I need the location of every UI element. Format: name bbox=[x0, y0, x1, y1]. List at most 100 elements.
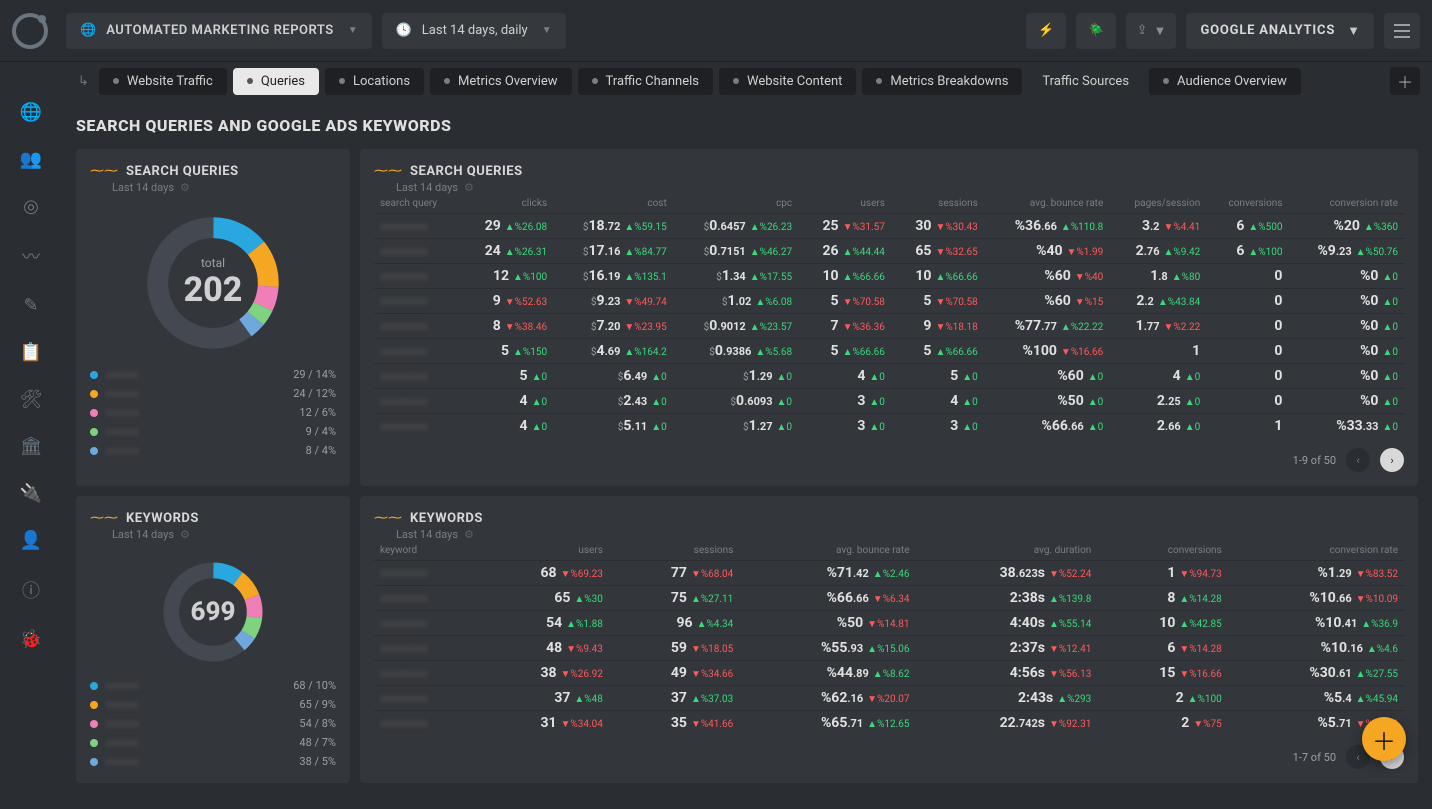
swatch-icon bbox=[90, 428, 98, 436]
pager-prev-button[interactable]: ‹ bbox=[1346, 448, 1370, 472]
chevron-down-icon: ▼ bbox=[542, 25, 552, 36]
donut-chart: total202 bbox=[140, 210, 286, 356]
col-header: conversion rate bbox=[1288, 194, 1404, 214]
plan-icon[interactable]: ◎ bbox=[23, 196, 39, 217]
legend-stat: 48 / 7% bbox=[299, 736, 336, 749]
share-button[interactable]: ⇪▼ bbox=[1126, 13, 1176, 49]
table-row: xxxxxxxx9▼%52.63$9.23▼%49.74$1.02▲%6.085… bbox=[374, 289, 1404, 314]
topbar: 🌐 AUTOMATED MARKETING REPORTS ▼ 🕓 Last 1… bbox=[0, 0, 1432, 62]
legend-name: xxxxxx bbox=[106, 736, 291, 749]
card-subtitle: Last 14 days bbox=[396, 528, 458, 541]
tab-audience-overview[interactable]: Audience Overview bbox=[1149, 68, 1301, 95]
col-header: conversions bbox=[1206, 194, 1288, 214]
clock-icon: 🕓 bbox=[396, 23, 412, 38]
gear-icon[interactable]: ⚙ bbox=[464, 528, 474, 541]
source-label: GOOGLE ANALYTICS bbox=[1200, 23, 1335, 38]
edit-icon[interactable]: ✎ bbox=[23, 295, 38, 316]
swatch-icon bbox=[90, 682, 98, 690]
table-row: xxxxxxxx8▼%38.46$7.20▼%23.95$0.9012▲%23.… bbox=[374, 314, 1404, 339]
daterange-dropdown[interactable]: 🕓 Last 14 days, daily ▼ bbox=[382, 13, 566, 49]
total-label: total bbox=[201, 256, 225, 270]
account-icon[interactable]: 👤 bbox=[20, 530, 42, 551]
spark-button[interactable]: ⚡ bbox=[1026, 13, 1066, 49]
row-label: xxxxxxxx bbox=[374, 314, 460, 339]
tab-label: Traffic Channels bbox=[606, 74, 699, 89]
clipboard-icon[interactable]: 📋 bbox=[20, 342, 42, 363]
chevron-down-icon: ▼ bbox=[1347, 23, 1360, 39]
chevron-down-icon: ▼ bbox=[1153, 23, 1166, 39]
table-row: xxxxxxxx37▲%4837▲%37.03%62.16▼%20.072:43… bbox=[374, 686, 1404, 711]
table-row: xxxxxxxx12▲%100$16.19▲%135.1$1.34▲%17.55… bbox=[374, 264, 1404, 289]
col-header: cpc bbox=[673, 194, 798, 214]
pager: 1-9 of 50 ‹ › bbox=[374, 448, 1404, 472]
search-queries-donut-card: ⁓⁓SEARCH QUERIES Last 14 days⚙ total202 … bbox=[76, 149, 350, 486]
legend-item: xxxxxx8 / 4% bbox=[90, 444, 336, 457]
gear-icon[interactable]: ⚙ bbox=[180, 528, 190, 541]
tab-locations[interactable]: Locations bbox=[325, 68, 424, 95]
card-title: KEYWORDS bbox=[410, 511, 483, 526]
tab-label: Locations bbox=[353, 74, 410, 89]
keywords-table-card: ⁓⁓ KEYWORDS Last 14 days ⚙ keywordusersses… bbox=[360, 496, 1418, 783]
row-label: xxxxxxxx bbox=[374, 239, 460, 264]
legend-stat: 12 / 6% bbox=[299, 406, 336, 419]
col-header: conversions bbox=[1097, 541, 1227, 561]
pager-next-button[interactable]: › bbox=[1380, 448, 1404, 472]
tab-metrics-breakdowns[interactable]: Metrics Breakdowns bbox=[862, 68, 1022, 95]
tool-icon[interactable]: 🛠 bbox=[20, 389, 43, 410]
plug-icon[interactable]: 🔌 bbox=[20, 483, 42, 504]
tab-website-content[interactable]: Website Content bbox=[719, 68, 856, 95]
keywords-table: keyworduserssessionsavg. bounce rateavg.… bbox=[374, 541, 1404, 735]
legend: xxxxxx29 / 14%xxxxxx24 / 12%xxxxxx12 / 6… bbox=[90, 368, 336, 457]
table-row: xxxxxxxx29▲%26.08$18.72▲%59.15$0.6457▲%2… bbox=[374, 214, 1404, 239]
table-row: xxxxxxxx54▲%1.8896▲%4.34%50▼%14.814:40s▲… bbox=[374, 611, 1404, 636]
legend-item: xxxxxx38 / 5% bbox=[90, 755, 336, 768]
fab-add-button[interactable]: ＋ bbox=[1362, 717, 1406, 761]
col-header: sessions bbox=[891, 194, 984, 214]
col-header: avg. bounce rate bbox=[739, 541, 915, 561]
tab-traffic-channels[interactable]: Traffic Channels bbox=[578, 68, 713, 95]
users-icon[interactable]: 👥 bbox=[20, 149, 42, 170]
row-label: xxxxxxxx bbox=[374, 339, 460, 364]
table-row: xxxxxxxx31▼%34.0435▼%41.66%65.71▲%12.652… bbox=[374, 711, 1404, 736]
row-label: xxxxxxxx bbox=[374, 686, 478, 711]
menu-button[interactable] bbox=[1384, 13, 1420, 49]
swatch-icon bbox=[90, 390, 98, 398]
tab-website-traffic[interactable]: Website Traffic bbox=[99, 68, 227, 95]
share-icon: ⇪ bbox=[1137, 23, 1148, 38]
row-label: xxxxxxxx bbox=[374, 611, 478, 636]
legend-item: xxxxxx24 / 12% bbox=[90, 387, 336, 400]
globe-icon[interactable]: 🌐 bbox=[20, 102, 42, 123]
tab-traffic-sources[interactable]: Traffic Sources bbox=[1028, 68, 1143, 95]
col-header: users bbox=[798, 194, 891, 214]
card-subtitle: Last 14 days bbox=[112, 528, 174, 541]
legend-name: xxxxxx bbox=[106, 368, 285, 381]
row-label: xxxxxxxx bbox=[374, 661, 478, 686]
debug-icon[interactable]: 🐞 bbox=[20, 629, 42, 650]
swatch-icon bbox=[90, 447, 98, 455]
bug-icon: 🪲 bbox=[1088, 23, 1104, 38]
sparkline-icon: ⁓⁓ bbox=[374, 510, 402, 526]
total-value: 699 bbox=[191, 597, 236, 627]
card-title: SEARCH QUERIES bbox=[126, 164, 239, 179]
flow-icon: ↳ bbox=[78, 74, 89, 89]
table-row: xxxxxxxx5▲%150$4.69▲%164.2$0.9386▲%5.685… bbox=[374, 339, 1404, 364]
chart-icon[interactable]: 〰 bbox=[22, 243, 40, 269]
swatch-icon bbox=[90, 371, 98, 379]
tab-label: Website Content bbox=[747, 74, 842, 89]
tab-label: Traffic Sources bbox=[1042, 74, 1129, 89]
bug-button[interactable]: 🪲 bbox=[1076, 13, 1116, 49]
globe-icon: 🌐 bbox=[80, 23, 96, 38]
info-icon[interactable]: ⓘ bbox=[22, 577, 40, 603]
gear-icon[interactable]: ⚙ bbox=[464, 181, 474, 194]
legend-name: xxxxxx bbox=[106, 698, 291, 711]
tab-queries[interactable]: Queries bbox=[233, 68, 319, 95]
tab-metrics-overview[interactable]: Metrics Overview bbox=[430, 68, 572, 95]
gear-icon[interactable]: ⚙ bbox=[180, 181, 190, 194]
report-dropdown[interactable]: 🌐 AUTOMATED MARKETING REPORTS ▼ bbox=[66, 13, 372, 49]
source-dropdown[interactable]: GOOGLE ANALYTICS ▼ bbox=[1186, 13, 1374, 49]
table-row: xxxxxxxx68▼%69.2377▼%68.04%71.42▲%2.4638… bbox=[374, 561, 1404, 586]
add-tab-button[interactable]: ＋ bbox=[1390, 67, 1420, 95]
search-queries-table: search queryclickscostcpcuserssessionsav… bbox=[374, 194, 1404, 438]
table-row: xxxxxxxx38▼%26.9249▼%34.66%44.89▲%8.624:… bbox=[374, 661, 1404, 686]
bank-icon[interactable]: 🏛 bbox=[20, 436, 43, 457]
